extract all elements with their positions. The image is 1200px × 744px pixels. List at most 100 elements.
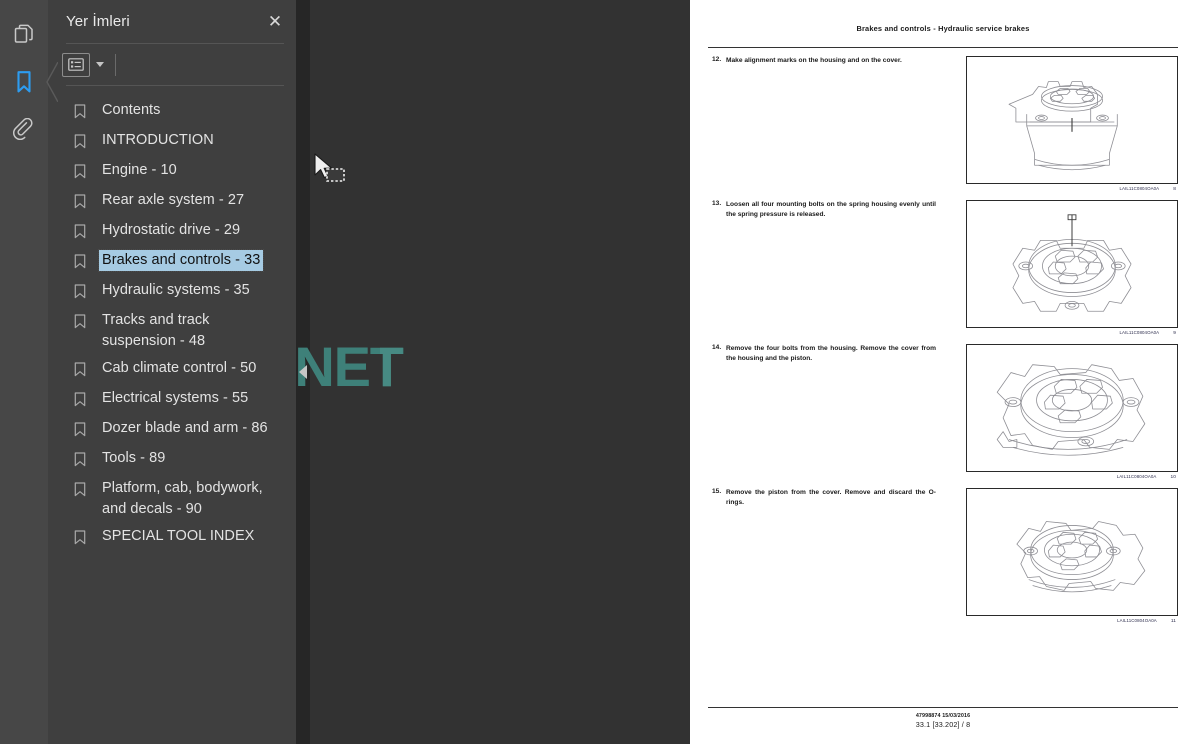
bookmark-item[interactable]: Tracks and track suspension - 48 — [48, 307, 296, 355]
step-row: 13. Loosen all four mounting bolts on the… — [708, 200, 1178, 336]
figure-caption: LAIL11C0804OA0A 11 — [966, 618, 1178, 624]
pdf-page: Brakes and controls - Hydraulic service … — [690, 0, 1200, 744]
bookmark-label: Electrical systems - 55 — [102, 390, 249, 406]
list-glyph — [68, 58, 84, 71]
step-body: Loosen all four mounting bolts on the sp… — [726, 201, 936, 218]
bookmark-label: Hydraulic systems - 35 — [102, 282, 250, 298]
bookmark-label: Brakes and controls - 33 — [97, 249, 265, 272]
bookmark-label: Hydrostatic drive - 29 — [102, 222, 241, 238]
bookmark-item[interactable]: Engine - 10 — [48, 157, 296, 187]
bookmark-icon — [74, 254, 88, 274]
bookmark-label: Contents — [102, 102, 161, 118]
panel-title: Yer İmleri — [66, 13, 130, 30]
bookmark-item[interactable]: Contents — [48, 97, 296, 127]
brake-housing-drawing-1 — [1008, 81, 1118, 171]
bookmark-label: Tracks and track suspension - 48 — [102, 312, 210, 349]
chevron-down-icon[interactable] — [96, 62, 104, 67]
bookmark-glyph-active — [17, 71, 31, 93]
attachments-icon[interactable] — [2, 106, 46, 154]
bookmarks-panel: Yer İmleri ✕ Contents INTRODUCTION Engine … — [48, 0, 296, 744]
step-body: Remove the four bolts from the housing. … — [726, 345, 936, 362]
step-text: 12. Make alignment marks on the housing a… — [708, 56, 953, 74]
bookmark-item[interactable]: Hydrostatic drive - 29 — [48, 217, 296, 247]
page-footer: 47998874 15/03/2016 33.1 [33.202] / 8 — [708, 707, 1178, 730]
bookmark-item[interactable]: Tools - 89 — [48, 445, 296, 475]
bookmark-icon — [74, 284, 88, 304]
bookmark-label: Tools - 89 — [102, 450, 166, 466]
bookmark-icon — [74, 362, 88, 382]
panel-header: Yer İmleri ✕ — [48, 0, 296, 43]
bookmark-icon — [74, 224, 88, 244]
figure-caption: LAIL11C0804OA0A 8 — [966, 186, 1178, 192]
bookmark-icon — [74, 314, 88, 334]
step-row: 12. Make alignment marks on the housing a… — [708, 56, 1178, 192]
step-number: 15. — [712, 488, 722, 495]
step-row: 14. Remove the four bolts from the housin… — [708, 344, 1178, 480]
chevron-left-icon — [298, 365, 307, 379]
figure-image — [966, 488, 1178, 616]
bookmark-item[interactable]: Hydraulic systems - 35 — [48, 277, 296, 307]
bookmark-icon — [74, 482, 88, 502]
bookmark-label: Cab climate control - 50 — [102, 360, 257, 376]
bookmark-icon — [74, 104, 88, 124]
panel-toolbar — [48, 44, 296, 85]
figure-column: LAIL11C0804OA0A 11 — [953, 488, 1178, 624]
viewer-gutter — [310, 0, 690, 744]
bookmark-item[interactable]: INTRODUCTION — [48, 127, 296, 157]
bookmark-icon — [74, 530, 88, 550]
step-number: 12. — [712, 56, 722, 63]
figure-caption: LAIL11C0804OA0A 10 — [966, 474, 1178, 480]
step-number: 14. — [712, 344, 722, 351]
bookmark-label: Rear axle system - 27 — [102, 192, 245, 208]
bookmark-label: Platform, cab, bodywork, and decals - 90 — [102, 480, 263, 517]
header-rule — [708, 47, 1178, 48]
bookmark-icon — [74, 392, 88, 412]
pdf-viewer-canvas[interactable]: Brakes and controls - Hydraulic service … — [310, 0, 1200, 744]
bookmark-item[interactable]: Brakes and controls - 33 — [48, 247, 296, 277]
figure-column: LAIL11C0804OA0A 9 — [953, 200, 1178, 336]
step-number: 13. — [712, 200, 722, 207]
brake-housing-drawing-2 — [1012, 214, 1132, 312]
list-options-button[interactable] — [62, 52, 90, 77]
bookmark-icon — [74, 452, 88, 472]
sidebar-icon-rail — [0, 0, 58, 744]
collapse-panel-button[interactable] — [296, 362, 310, 382]
close-icon[interactable]: ✕ — [260, 7, 290, 37]
bookmark-item[interactable]: Platform, cab, bodywork, and decals - 90 — [48, 475, 296, 523]
footer-text: 47998874 15/03/2016 33.1 [33.202] / 8 — [708, 712, 1178, 730]
figure-number: 10 — [1170, 475, 1176, 480]
bookmark-label: SPECIAL TOOL INDEX — [102, 528, 255, 544]
figure-column: LAIL11C0804OA0A 10 — [953, 344, 1178, 480]
bookmark-label: INTRODUCTION — [102, 132, 214, 148]
page-thumbnails-icon[interactable] — [2, 10, 46, 58]
bookmarks-icon[interactable] — [2, 58, 58, 106]
footer-document-code: 47998874 15/03/2016 — [915, 713, 971, 719]
footer-rule — [708, 707, 1178, 708]
figure-number: 9 — [1173, 331, 1176, 336]
bookmark-item[interactable]: Cab climate control - 50 — [48, 355, 296, 385]
bookmark-list: Contents INTRODUCTION Engine - 10 Rear axle… — [48, 86, 296, 553]
step-text: 15. Remove the piston from the cover. Rem… — [708, 488, 953, 507]
figure-number: 11 — [1170, 619, 1176, 624]
brake-piston-drawing-4 — [1016, 521, 1146, 593]
figure-number: 8 — [1173, 187, 1176, 192]
bookmark-icon — [74, 194, 88, 214]
figure-code: LAIL11C0804OA0A — [1119, 186, 1160, 191]
bookmark-label: Engine - 10 — [102, 162, 177, 178]
figure-column: LAIL11C0804OA0A 8 — [953, 56, 1178, 192]
bookmark-item[interactable]: Electrical systems - 55 — [48, 385, 296, 415]
step-text: 13. Loosen all four mounting bolts on the… — [708, 200, 953, 219]
toolbar-separator — [115, 53, 116, 76]
bookmark-icon — [74, 164, 88, 184]
active-panel-notch — [46, 62, 58, 102]
step-text: 14. Remove the four bolts from the housin… — [708, 344, 953, 363]
bookmark-item[interactable]: Rear axle system - 27 — [48, 187, 296, 217]
figure-code: LAIL11C0804OA0A — [1116, 474, 1157, 479]
bookmark-item[interactable]: Dozer blade and arm - 86 — [48, 415, 296, 445]
pages-glyph — [14, 24, 33, 43]
figure-image — [966, 200, 1178, 328]
figure-image — [966, 56, 1178, 184]
figure-image — [966, 344, 1178, 472]
bookmark-item[interactable]: SPECIAL TOOL INDEX — [48, 523, 296, 553]
step-body: Remove the piston from the cover. Remove… — [726, 489, 936, 506]
